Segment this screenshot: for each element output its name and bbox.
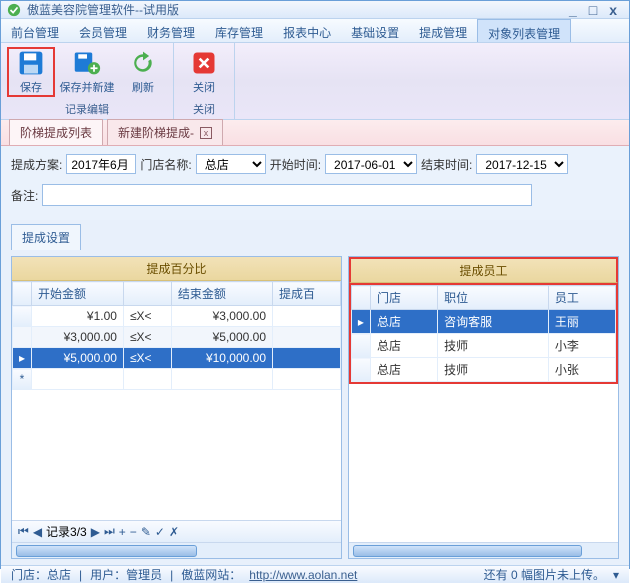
close-label: 关闭 [193,79,215,95]
employee-grid-title: 提成员工 [349,257,618,283]
employee-table[interactable]: 门店职位员工▸总店咨询客服王丽总店技师小李总店技师小张 [351,285,616,382]
start-date-input[interactable]: 2017-06-01 [325,154,417,174]
menu-item[interactable]: 对象列表管理 [477,19,571,42]
pager-last[interactable]: ⏭ [104,524,115,539]
start-label: 开始时间: [270,156,321,173]
refresh-icon [129,49,157,77]
status-link[interactable]: http://www.aolan.net [249,568,357,582]
end-date-input[interactable]: 2017-12-15 [476,154,568,174]
menu-item[interactable]: 基础设置 [341,19,409,42]
percentage-pager: ⏮ ◀ 记录3/3 ▶ ⏭ + − ✎ ✓ ✗ [12,520,341,542]
titlebar: 傲蓝美容院管理软件--试用版 _ □ x [1,1,629,19]
ribbon-group-close-label: 关闭 [174,101,234,119]
pager-next[interactable]: ▶ [91,525,100,539]
menu-item[interactable]: 提成管理 [409,19,477,42]
employee-hscroll[interactable] [349,542,618,558]
plan-label: 提成方案: [11,156,62,173]
col-header[interactable]: 职位 [438,286,549,310]
minimize-button[interactable]: _ [563,2,583,18]
save-new-icon [73,49,101,77]
ribbon-group-close: 关闭 关闭 [174,43,235,119]
menu-item[interactable]: 会员管理 [69,19,137,42]
col-header[interactable]: 提成百 [273,282,341,306]
doc-tab[interactable]: 新建阶梯提成-x [107,119,223,145]
pager-ok[interactable]: ✓ [155,525,165,539]
store-select[interactable]: 总店 [196,154,266,174]
tab-commission-settings[interactable]: 提成设置 [11,224,81,250]
ribbon: 保存 保存并新建 刷新 记录编辑 关闭 关闭 [1,43,629,120]
grids-container: 提成百分比 开始金额 结束金额提成百¥1.00≤X<¥3,000.00¥3,000… [1,250,629,565]
save-new-label: 保存并新建 [60,79,115,95]
ribbon-group-edit: 保存 保存并新建 刷新 记录编辑 [1,43,174,119]
window-title: 傲蓝美容院管理软件--试用版 [27,1,563,18]
save-icon [17,49,45,77]
col-header[interactable]: 门店 [370,286,437,310]
doc-tab[interactable]: 阶梯提成列表 [9,119,103,145]
pager-add[interactable]: + [119,525,126,539]
maximize-button[interactable]: □ [583,2,603,18]
table-row[interactable]: ¥1.00≤X<¥3,000.00 [13,306,341,327]
document-tabs: 阶梯提成列表新建阶梯提成-x [1,120,629,146]
main-menu: 前台管理会员管理财务管理库存管理报表中心基础设置提成管理对象列表管理 [1,19,629,43]
sub-tabs: 提成设置 [1,220,629,250]
col-header[interactable] [123,282,171,306]
menu-item[interactable]: 库存管理 [205,19,273,42]
store-label: 门店名称: [140,156,191,173]
employee-grid: 提成员工 门店职位员工▸总店咨询客服王丽总店技师小李总店技师小张 [348,256,619,559]
chevron-down-icon[interactable]: ▾ [613,568,619,582]
pager-status: 记录3/3 [46,523,87,540]
tab-close-icon[interactable]: x [200,127,212,139]
end-label: 结束时间: [421,156,472,173]
pager-cancel[interactable]: ✗ [169,525,179,539]
filter-form: 提成方案: 门店名称: 总店 开始时间: 2017-06-01 结束时间: 20… [1,146,629,220]
table-row[interactable]: 总店技师小张 [351,358,615,382]
percentage-table[interactable]: 开始金额 结束金额提成百¥1.00≤X<¥3,000.00¥3,000.00≤X<… [12,281,341,390]
menu-item[interactable]: 财务管理 [137,19,205,42]
pager-first[interactable]: ⏮ [18,524,29,539]
save-label: 保存 [20,79,42,95]
table-row[interactable]: ▸¥5,000.00≤X<¥10,000.00 [13,348,341,369]
col-header[interactable]: 员工 [548,286,615,310]
plan-input[interactable] [66,154,136,174]
close-window-button[interactable]: x [603,2,623,18]
refresh-button[interactable]: 刷新 [119,47,167,97]
percentage-grid-title: 提成百分比 [12,257,341,281]
save-button[interactable]: 保存 [7,47,55,97]
app-logo-icon [7,3,21,17]
table-row[interactable]: ▸总店咨询客服王丽 [351,310,615,334]
save-and-new-button[interactable]: 保存并新建 [59,47,115,97]
close-button[interactable]: 关闭 [180,47,228,97]
col-header[interactable]: 结束金额 [171,282,272,306]
refresh-label: 刷新 [132,79,154,95]
remark-label: 备注: [11,187,38,204]
percentage-hscroll[interactable] [12,542,341,558]
remark-input[interactable] [42,184,532,206]
close-icon [190,49,218,77]
status-bar: 门店：总店 | 用户：管理员 | 傲蓝网站： http://www.aolan.… [1,565,629,583]
menu-item[interactable]: 前台管理 [1,19,69,42]
table-row[interactable]: ¥3,000.00≤X<¥5,000.00 [13,327,341,348]
pager-prev[interactable]: ◀ [33,525,42,539]
percentage-grid: 提成百分比 开始金额 结束金额提成百¥1.00≤X<¥3,000.00¥3,000… [11,256,342,559]
menu-item[interactable]: 报表中心 [273,19,341,42]
pager-remove[interactable]: − [130,525,137,539]
pager-edit[interactable]: ✎ [141,525,151,539]
col-header[interactable]: 开始金额 [32,282,124,306]
table-row[interactable]: 总店技师小李 [351,334,615,358]
ribbon-group-edit-label: 记录编辑 [1,101,173,119]
app-window: 傲蓝美容院管理软件--试用版 _ □ x 前台管理会员管理财务管理库存管理报表中… [0,0,630,569]
